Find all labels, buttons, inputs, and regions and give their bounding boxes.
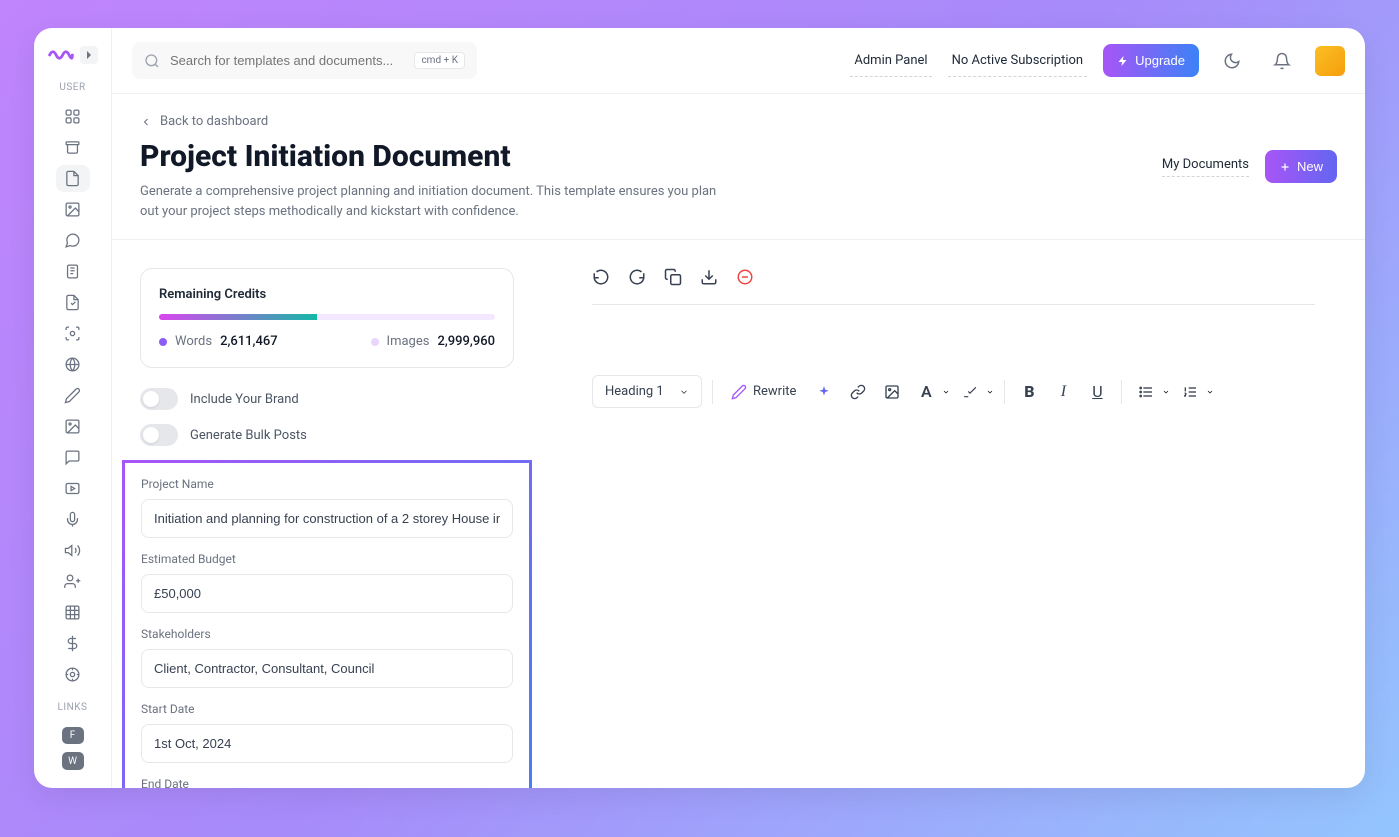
budget-label: Estimated Budget: [141, 552, 513, 566]
admin-panel-link[interactable]: Admin Panel: [850, 45, 931, 77]
sidebar-item-grid[interactable]: [56, 599, 90, 626]
back-link[interactable]: Back to dashboard: [140, 114, 720, 129]
sidebar-item-pen[interactable]: [56, 382, 90, 409]
ai-sparkle-button[interactable]: [810, 378, 838, 406]
sidebar-item-scan[interactable]: [56, 320, 90, 347]
toggle-bulk-row: Generate Bulk Posts: [140, 424, 514, 446]
text-color-button[interactable]: A: [912, 378, 950, 406]
upgrade-button[interactable]: Upgrade: [1103, 44, 1199, 77]
sidebar-section-user: USER: [59, 82, 85, 93]
end-date-label: End Date: [141, 777, 513, 788]
toggle-brand-row: Include Your Brand: [140, 388, 514, 410]
editor-panel: Heading 1 Rewrite A: [542, 240, 1365, 788]
underline-button[interactable]: U: [1083, 378, 1111, 406]
project-name-label: Project Name: [141, 477, 513, 491]
numbered-list-button[interactable]: [1176, 378, 1214, 406]
page-header: Back to dashboard Project Initiation Doc…: [112, 94, 1365, 240]
link-badge-f[interactable]: F: [62, 727, 84, 744]
search-kbd: cmd + K: [414, 52, 465, 69]
link-button[interactable]: [844, 378, 872, 406]
chevron-down-icon: [986, 388, 994, 396]
sidebar-item-edit-doc[interactable]: [56, 289, 90, 316]
start-date-label: Start Date: [141, 702, 513, 716]
main: cmd + K Admin Panel No Active Subscripti…: [112, 28, 1365, 788]
topbar: cmd + K Admin Panel No Active Subscripti…: [112, 28, 1365, 94]
bolt-icon: [1117, 55, 1129, 67]
delete-button[interactable]: [736, 268, 754, 286]
app-frame: USER LINKS F W cmd + K: [34, 28, 1365, 788]
credits-card: Remaining Credits Words 2,611,467 Images…: [140, 268, 514, 368]
toggle-brand[interactable]: [140, 388, 178, 410]
rewrite-icon: [731, 384, 747, 400]
budget-input[interactable]: [141, 574, 513, 613]
sidebar-item-dashboard[interactable]: [56, 103, 90, 130]
content: Remaining Credits Words 2,611,467 Images…: [112, 240, 1365, 788]
search-icon: [144, 53, 160, 69]
rewrite-button[interactable]: Rewrite: [723, 378, 804, 406]
copy-button[interactable]: [664, 268, 682, 286]
credits-title: Remaining Credits: [159, 287, 495, 302]
editor-toolbar: Heading 1 Rewrite A: [592, 375, 1315, 408]
project-name-input[interactable]: [141, 499, 513, 538]
sidebar-section-links: LINKS: [58, 702, 88, 713]
sidebar-item-billing[interactable]: [56, 630, 90, 657]
notifications-button[interactable]: [1265, 44, 1299, 78]
toggle-bulk[interactable]: [140, 424, 178, 446]
subscription-link[interactable]: No Active Subscription: [948, 45, 1088, 77]
sidebar-item-message[interactable]: [56, 444, 90, 471]
sidebar-item-support[interactable]: [56, 661, 90, 688]
link-badge-w[interactable]: W: [62, 752, 84, 769]
sidebar-item-mic[interactable]: [56, 506, 90, 533]
search-input[interactable]: [170, 53, 404, 68]
editor-actions: [592, 268, 1315, 305]
undo-button[interactable]: [592, 268, 610, 286]
sidebar-item-archive[interactable]: [56, 134, 90, 161]
chevron-down-icon: [679, 387, 689, 397]
sidebar-item-video[interactable]: [56, 475, 90, 502]
logo[interactable]: [48, 46, 98, 64]
plus-icon: [1279, 161, 1291, 173]
start-date-input[interactable]: [141, 724, 513, 763]
sidebar: USER LINKS F W: [34, 28, 112, 788]
sidebar-item-user-add[interactable]: [56, 568, 90, 595]
form-panel: Remaining Credits Words 2,611,467 Images…: [112, 240, 542, 788]
highlight-button[interactable]: [956, 378, 994, 406]
credits-bar: [159, 314, 495, 320]
page-description: Generate a comprehensive project plannin…: [140, 182, 720, 221]
sidebar-item-clipboard[interactable]: [56, 258, 90, 285]
sidebar-item-globe[interactable]: [56, 351, 90, 378]
image-button[interactable]: [878, 378, 906, 406]
avatar[interactable]: [1315, 46, 1345, 76]
download-button[interactable]: [700, 268, 718, 286]
heading-select[interactable]: Heading 1: [592, 375, 702, 408]
bullet-list-button[interactable]: [1132, 378, 1170, 406]
my-documents-link[interactable]: My Documents: [1162, 157, 1249, 177]
chevron-down-icon: [942, 388, 950, 396]
stakeholders-label: Stakeholders: [141, 627, 513, 641]
stakeholders-input[interactable]: [141, 649, 513, 688]
search-box[interactable]: cmd + K: [132, 42, 477, 79]
chevron-down-icon: [1162, 388, 1170, 396]
theme-toggle[interactable]: [1215, 44, 1249, 78]
sidebar-item-chat[interactable]: [56, 227, 90, 254]
chevron-down-icon: [1206, 388, 1214, 396]
new-button[interactable]: New: [1265, 150, 1337, 183]
sidebar-item-gallery[interactable]: [56, 413, 90, 440]
sidebar-item-images[interactable]: [56, 196, 90, 223]
credits-images: Images 2,999,960: [371, 334, 495, 349]
expand-sidebar-icon[interactable]: [80, 46, 98, 64]
sidebar-item-documents[interactable]: [56, 165, 90, 192]
sidebar-item-audio[interactable]: [56, 537, 90, 564]
page-title: Project Initiation Document: [140, 139, 720, 174]
form-highlight: Project Name Estimated Budget Stakeholde…: [122, 460, 532, 788]
credits-words: Words 2,611,467: [159, 334, 278, 349]
italic-button[interactable]: I: [1049, 378, 1077, 406]
chevron-left-icon: [140, 116, 152, 128]
bold-button[interactable]: B: [1015, 378, 1043, 406]
redo-button[interactable]: [628, 268, 646, 286]
